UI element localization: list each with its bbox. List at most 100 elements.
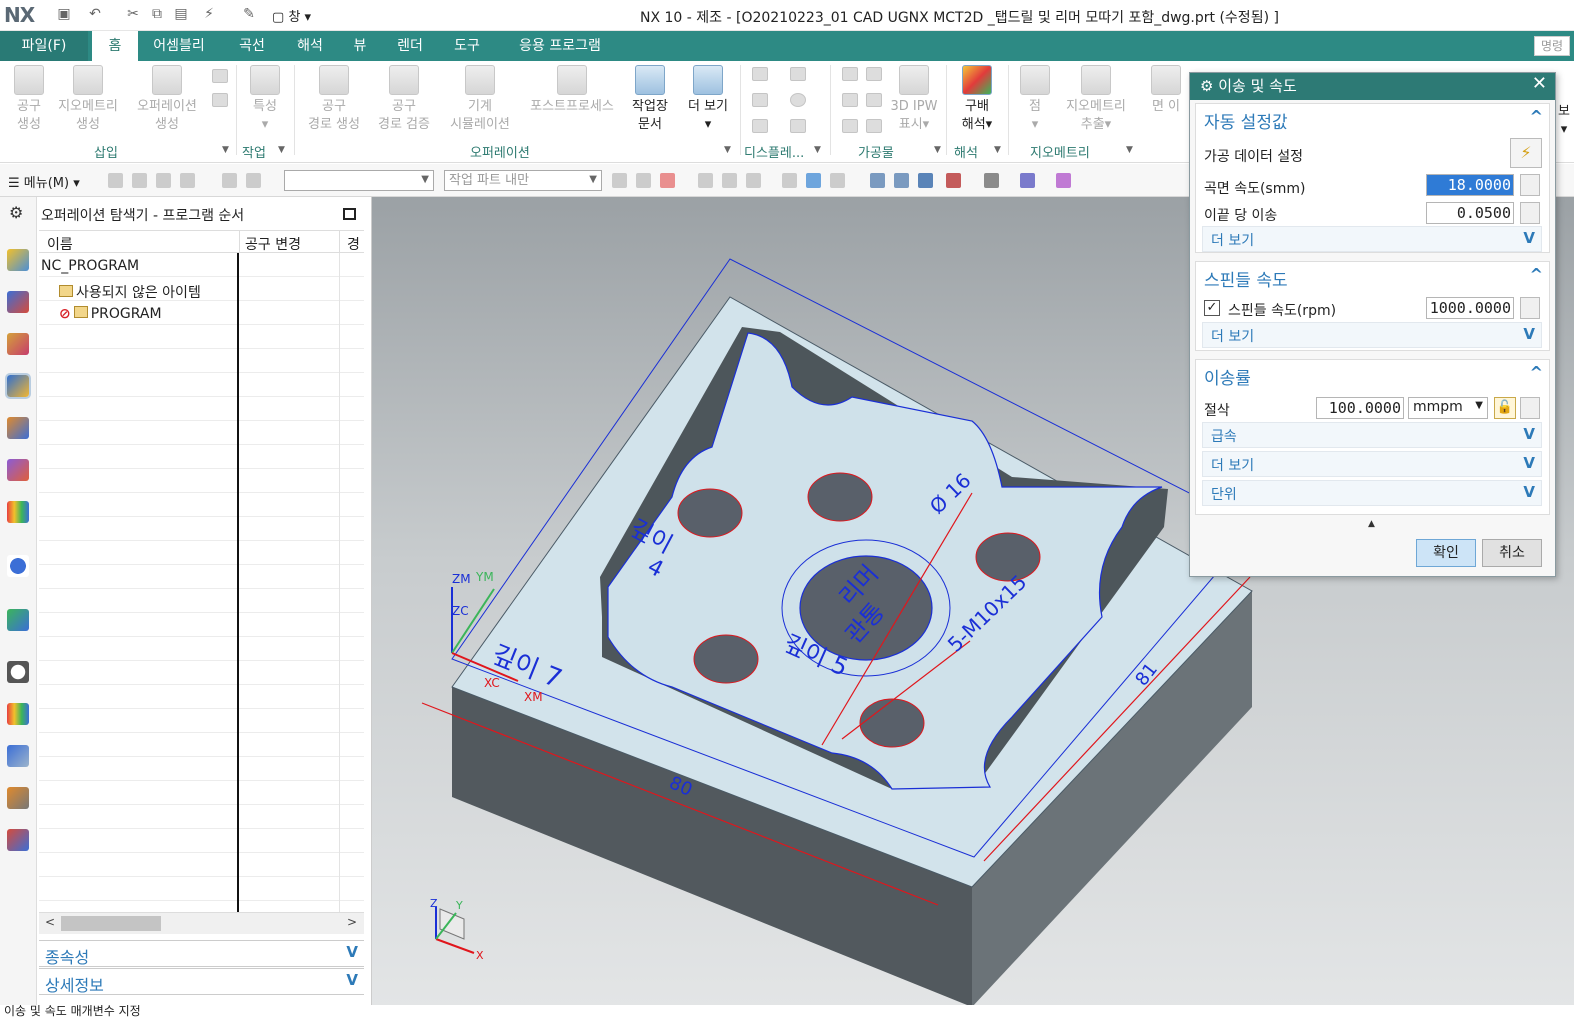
undo-icon[interactable]: ↶ <box>86 6 104 24</box>
history-icon[interactable] <box>7 661 29 683</box>
auto-settings-header[interactable]: 자동 설정값 ^ <box>1196 104 1549 134</box>
filter-icon[interactable] <box>636 173 651 188</box>
tab-applications[interactable]: 응용 프로그램 <box>504 31 616 61</box>
group-expand-icon[interactable]: ▼ <box>1126 145 1133 155</box>
render-style-icon[interactable] <box>984 173 999 188</box>
feed-calc-button[interactable] <box>1520 397 1540 419</box>
spindle-speed-input[interactable]: 1000.0000 <box>1426 297 1514 319</box>
chevron-down-icon[interactable]: V <box>1523 325 1535 343</box>
menu-button[interactable]: ☰ 메뉴(M) ▾ <box>8 172 80 191</box>
chevron-down-icon[interactable]: V <box>1523 229 1535 247</box>
view-icon[interactable] <box>894 173 909 188</box>
snap-icon[interactable] <box>132 173 147 188</box>
small-icon[interactable] <box>212 69 228 83</box>
spindle-header[interactable]: 스핀들 속도 ^ <box>1196 262 1549 292</box>
column-name[interactable]: 이름 <box>47 234 73 254</box>
view-icon[interactable] <box>870 173 885 188</box>
feed-unit-select[interactable]: mmpm ▼ <box>1408 397 1488 419</box>
postprocess-button[interactable]: 포스트프로세스 <box>522 65 622 116</box>
units-row[interactable]: 단위 V <box>1202 480 1542 506</box>
machining-data-button[interactable]: ⚡ <box>1510 138 1542 168</box>
cut-feed-input[interactable]: 100.0000 <box>1316 397 1404 419</box>
assembly-navigator-icon[interactable] <box>7 291 29 313</box>
type-filter-select[interactable]: ▼ <box>284 170 434 191</box>
selection-scope-select[interactable]: 작업 파트 내만 ▼ <box>444 170 602 191</box>
filter-icon[interactable] <box>722 173 737 188</box>
roles-icon[interactable] <box>7 787 29 809</box>
web-browser-icon[interactable] <box>7 609 29 631</box>
tab-render[interactable]: 렌더 <box>384 31 436 61</box>
orient-icon[interactable] <box>1020 173 1035 188</box>
scroll-left-icon[interactable]: < <box>45 915 55 929</box>
group-expand-icon[interactable]: ▼ <box>934 145 941 155</box>
copy-icon[interactable]: ⧉ <box>148 6 166 24</box>
column-path[interactable]: 경 <box>347 234 360 254</box>
tab-analysis[interactable]: 해석 <box>284 31 336 61</box>
part-navigator-icon[interactable] <box>7 249 29 271</box>
info-icon[interactable] <box>7 555 29 577</box>
window-menu[interactable]: ▢ 창 ▾ <box>272 6 311 25</box>
cancel-button[interactable]: 취소 <box>1482 539 1542 567</box>
spindle-checkbox[interactable]: ✓ <box>1204 300 1220 316</box>
display-icon[interactable] <box>790 119 806 133</box>
verify-toolpath-button[interactable]: 공구 경로 검증 <box>370 65 438 134</box>
chevron-down-icon[interactable]: V <box>1523 454 1535 472</box>
tree-row-nc-program[interactable]: NC_PROGRAM <box>41 258 139 274</box>
repeat-command-icon[interactable]: ⚡ <box>200 6 218 24</box>
group-expand-icon[interactable]: ▼ <box>724 145 731 155</box>
touch-mode-icon[interactable]: ✎ <box>240 6 258 24</box>
group-expand-icon[interactable]: ▼ <box>222 145 229 155</box>
tab-view[interactable]: 뷰 <box>342 31 378 61</box>
filter-icon[interactable] <box>746 173 761 188</box>
chevron-up-icon[interactable]: ^ <box>1530 363 1543 382</box>
machine-tool-navigator-icon[interactable] <box>7 417 29 439</box>
feed-per-tooth-calc-button[interactable] <box>1520 202 1540 224</box>
palette-icon[interactable] <box>7 703 29 725</box>
chevron-up-icon[interactable]: ^ <box>1530 107 1543 126</box>
column-tool-change[interactable]: 공구 변경 <box>245 234 301 254</box>
generate-toolpath-button[interactable]: 공구 경로 생성 <box>300 65 368 134</box>
show-3d-ipw-button[interactable]: 3D IPW 표시▾ <box>886 65 942 134</box>
small-icon[interactable] <box>212 93 228 107</box>
machine-simulation-button[interactable]: 기계 시뮬레이션 <box>440 65 520 134</box>
scroll-thumb[interactable] <box>61 916 161 931</box>
reuse-library-icon[interactable] <box>7 501 29 523</box>
column-separator[interactable] <box>239 231 240 253</box>
command-search-input[interactable]: 명령 <box>1534 36 1570 56</box>
workpiece-icon[interactable] <box>866 119 882 133</box>
close-icon[interactable]: ✕ <box>1532 73 1547 94</box>
group-expand-icon[interactable]: ▼ <box>994 145 1001 155</box>
tree-row-unused-items[interactable]: 사용되지 않은 아이템 <box>59 282 201 302</box>
display-icon[interactable] <box>790 67 806 81</box>
maximize-icon[interactable] <box>343 208 356 220</box>
surface-speed-calc-button[interactable] <box>1520 174 1540 196</box>
feed-rate-header[interactable]: 이송률 ^ <box>1196 360 1549 390</box>
cut-icon[interactable]: ✂ <box>124 6 142 24</box>
machining-feature-navigator-icon[interactable] <box>7 459 29 481</box>
snap-icon[interactable] <box>246 173 261 188</box>
filter-icon[interactable] <box>698 173 713 188</box>
process-studio-icon[interactable] <box>7 745 29 767</box>
shop-doc-button[interactable]: 작업장 문서 <box>624 65 676 134</box>
chevron-down-icon[interactable]: V <box>1523 483 1535 501</box>
rapid-row[interactable]: 급속 V <box>1202 422 1542 448</box>
details-panel[interactable]: 상세정보 V <box>39 968 364 995</box>
chevron-down-icon[interactable]: V <box>346 943 358 961</box>
display-icon[interactable] <box>752 119 768 133</box>
chevron-down-icon[interactable]: V <box>1523 425 1535 443</box>
workpiece-icon[interactable] <box>866 67 882 81</box>
properties-button[interactable]: 특성 ▾ <box>242 65 288 134</box>
refresh-icon[interactable] <box>918 173 933 188</box>
spindle-more-row[interactable]: 더 보기 V <box>1202 322 1542 348</box>
column-separator[interactable] <box>339 231 340 253</box>
paste-icon[interactable]: ▤ <box>172 6 190 24</box>
workpiece-icon[interactable] <box>842 67 858 81</box>
snap-icon[interactable] <box>222 173 237 188</box>
snap-icon[interactable] <box>180 173 195 188</box>
collapse-icon[interactable]: ▲ <box>1368 519 1375 529</box>
lock-icon[interactable]: 🔓 <box>1494 397 1516 419</box>
create-tool-button[interactable]: 공구 생성 <box>8 65 50 134</box>
draft-analysis-button[interactable]: 구배 해석▾ <box>952 65 1002 134</box>
selection-icon[interactable] <box>660 173 675 188</box>
layer-icon[interactable] <box>1056 173 1071 188</box>
